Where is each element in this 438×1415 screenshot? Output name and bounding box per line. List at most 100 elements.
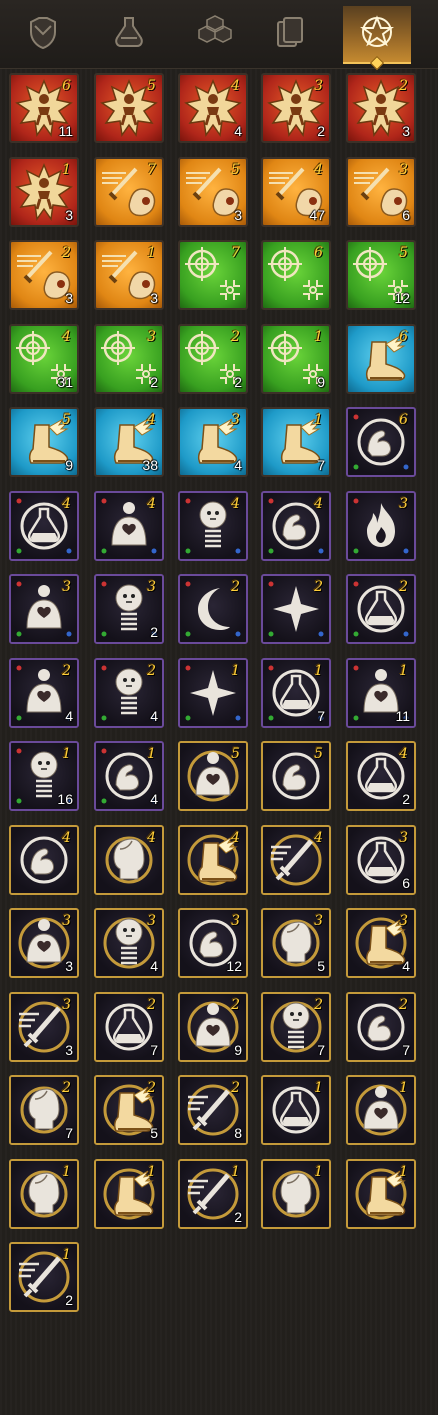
inventory-slot[interactable]: 33 xyxy=(9,908,79,978)
item-level: 4 xyxy=(231,830,240,846)
inventory-slot[interactable]: 36 xyxy=(346,157,416,227)
inventory-slot[interactable]: 2 xyxy=(261,574,331,644)
inventory-slot[interactable]: 59 xyxy=(9,407,79,477)
inventory-slot[interactable]: 3 12 xyxy=(178,908,248,978)
item-count: 2 xyxy=(65,1292,73,1308)
inventory-slot[interactable]: 13 xyxy=(9,157,79,227)
inventory-slot[interactable]: 32 xyxy=(94,324,164,394)
item-count: 6 xyxy=(402,875,410,891)
item-level: 2 xyxy=(399,579,408,595)
inventory-slot[interactable]: 4 38 xyxy=(94,407,164,477)
tab-potion[interactable] xyxy=(95,6,163,62)
inventory-slot[interactable]: 14 xyxy=(94,741,164,811)
inventory-slot[interactable]: 27 xyxy=(261,992,331,1062)
inventory-slot[interactable]: 27 xyxy=(9,1075,79,1145)
item-level: 5 xyxy=(231,162,240,178)
inventory-slot[interactable]: 2 xyxy=(346,574,416,644)
inventory-slot[interactable]: 24 xyxy=(94,658,164,728)
inventory-slot[interactable]: 4 xyxy=(261,491,331,561)
inventory-slot[interactable]: 53 xyxy=(178,157,248,227)
item-level: 7 xyxy=(147,162,156,178)
inventory-slot[interactable]: 19 xyxy=(261,324,331,394)
item-level: 1 xyxy=(314,412,323,428)
inventory-slot[interactable]: 4 xyxy=(261,825,331,895)
tab-materials[interactable] xyxy=(181,6,249,62)
inventory-slot[interactable]: 13 xyxy=(94,240,164,310)
item-level: 1 xyxy=(62,1247,71,1263)
inventory-slot[interactable]: 2 xyxy=(178,574,248,644)
inventory-slot[interactable]: 1 xyxy=(346,1159,416,1229)
inventory-slot[interactable]: 34 xyxy=(94,908,164,978)
item-level: 2 xyxy=(62,1080,71,1096)
inventory-slot[interactable]: 17 xyxy=(261,407,331,477)
inventory-slot[interactable]: 1 xyxy=(346,1075,416,1145)
item-level: 4 xyxy=(314,496,323,512)
inventory-slot[interactable]: 27 xyxy=(94,992,164,1062)
item-count: 11 xyxy=(58,123,73,139)
inventory-slot[interactable]: 1 xyxy=(9,1159,79,1229)
tab-star-emblem[interactable] xyxy=(343,6,411,71)
item-count: 4 xyxy=(150,791,158,807)
item-level: 4 xyxy=(231,496,240,512)
inventory-slot[interactable]: 7 xyxy=(94,157,164,227)
inventory-slot[interactable]: 1 xyxy=(94,1159,164,1229)
inventory-slot[interactable]: 6 11 xyxy=(9,73,79,143)
inventory-slot[interactable]: 12 xyxy=(9,1242,79,1312)
tab-armor[interactable] xyxy=(9,6,77,62)
inventory-slot[interactable]: 34 xyxy=(178,407,248,477)
inventory-slot[interactable]: 32 xyxy=(261,73,331,143)
item-level: 1 xyxy=(314,329,323,345)
item-count: 3 xyxy=(65,1042,73,1058)
inventory-slot[interactable]: 12 xyxy=(178,1159,248,1229)
inventory-slot[interactable]: 5 xyxy=(261,741,331,811)
inventory-slot[interactable]: 4 31 xyxy=(9,324,79,394)
item-count: 4 xyxy=(234,123,242,139)
inventory-slot[interactable]: 3 xyxy=(346,491,416,561)
inventory-slot[interactable]: 27 xyxy=(346,992,416,1062)
inventory-slot[interactable]: 23 xyxy=(346,73,416,143)
inventory-slot[interactable]: 1 16 xyxy=(9,741,79,811)
inventory-slot[interactable]: 42 xyxy=(346,741,416,811)
item-level: 4 xyxy=(314,162,323,178)
inventory-slot[interactable]: 44 xyxy=(178,73,248,143)
inventory-slot[interactable]: 4 xyxy=(178,491,248,561)
inventory-slot[interactable]: 4 xyxy=(178,825,248,895)
inventory-slot[interactable]: 1 xyxy=(178,658,248,728)
inventory-slot[interactable]: 5 xyxy=(94,73,164,143)
inventory-slot[interactable]: 36 xyxy=(346,825,416,895)
inventory-slot[interactable]: 1 11 xyxy=(346,658,416,728)
inventory-slot[interactable]: 24 xyxy=(9,658,79,728)
inventory-slot[interactable]: 34 xyxy=(346,908,416,978)
item-level: 6 xyxy=(314,245,323,261)
inventory-slot[interactable]: 5 xyxy=(178,741,248,811)
inventory-slot[interactable]: 6 xyxy=(261,240,331,310)
inventory-slot[interactable]: 17 xyxy=(261,658,331,728)
inventory-slot[interactable]: 1 xyxy=(261,1159,331,1229)
inventory-slot[interactable]: 4 xyxy=(94,825,164,895)
inventory-slot[interactable]: 22 xyxy=(178,324,248,394)
inventory-slot[interactable]: 3 xyxy=(9,574,79,644)
inventory-slot[interactable]: 5 12 xyxy=(346,240,416,310)
inventory-slot[interactable]: 7 xyxy=(178,240,248,310)
star-emblem-icon xyxy=(355,12,399,56)
inventory-slot[interactable]: 6 xyxy=(346,324,416,394)
inventory-slot[interactable]: 1 xyxy=(261,1075,331,1145)
item-count: 2 xyxy=(402,791,410,807)
item-count: 2 xyxy=(150,624,158,640)
inventory-slot[interactable]: 29 xyxy=(178,992,248,1062)
inventory-slot[interactable]: 4 xyxy=(9,491,79,561)
inventory-slot[interactable]: 35 xyxy=(261,908,331,978)
inventory-slot[interactable]: 23 xyxy=(9,240,79,310)
inventory-slot[interactable]: 6 xyxy=(346,407,416,477)
item-count: 9 xyxy=(317,374,325,390)
tab-cards[interactable] xyxy=(256,6,324,62)
inventory-slot[interactable]: 4 47 xyxy=(261,157,331,227)
inventory-slot[interactable]: 25 xyxy=(94,1075,164,1145)
inventory-slot[interactable]: 4 xyxy=(94,491,164,561)
inventory-slot[interactable]: 28 xyxy=(178,1075,248,1145)
item-count: 7 xyxy=(317,708,325,724)
inventory-slot[interactable]: 32 xyxy=(94,574,164,644)
item-level: 3 xyxy=(147,329,156,345)
inventory-slot[interactable]: 33 xyxy=(9,992,79,1062)
inventory-slot[interactable]: 4 xyxy=(9,825,79,895)
